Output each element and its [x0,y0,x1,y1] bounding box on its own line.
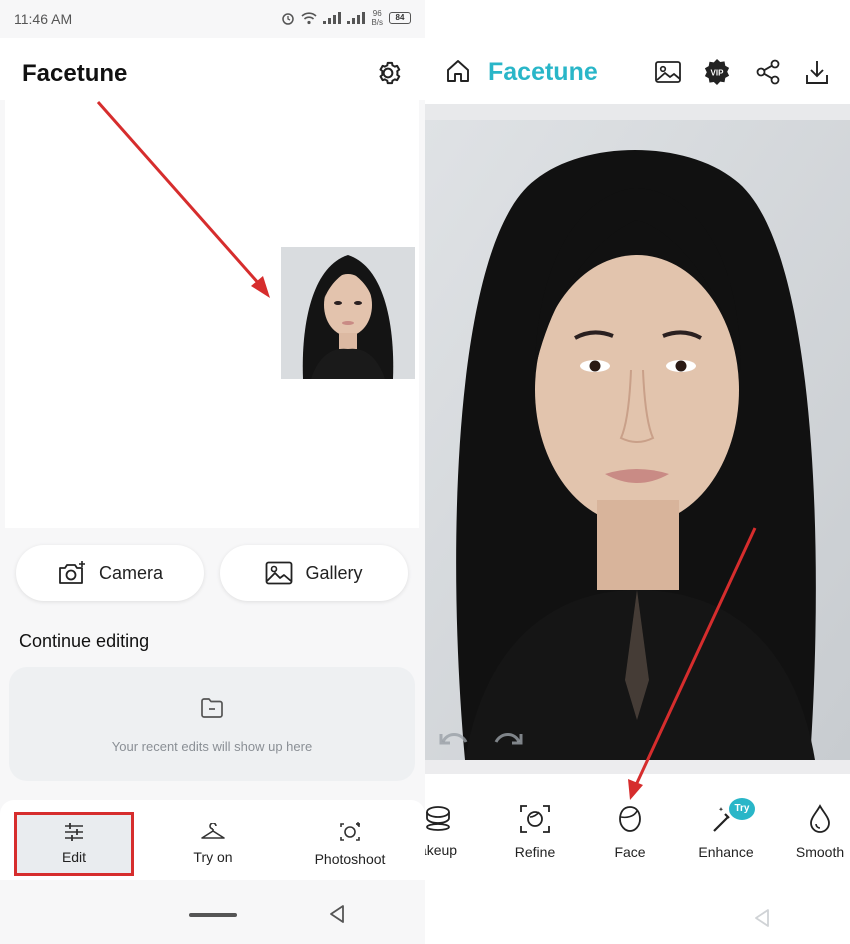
camera-icon [59,561,85,584]
status-bar: 11:46 AM 96 B/s 84 [0,0,425,38]
header-divider [425,104,850,120]
home-header: Facetune [0,38,425,100]
vip-badge-icon[interactable]: VIP [703,58,731,86]
editing-photo-canvas[interactable] [425,120,850,760]
nav-edit-label: Edit [61,849,87,865]
status-icons: 96 B/s 84 [281,9,411,27]
network-speed-unit: B/s [371,18,383,27]
vip-label: VIP [711,69,725,78]
drop-icon [810,804,830,833]
download-icon[interactable] [803,58,831,86]
tool-refine-label: Refine [514,844,556,860]
try-badge: Try [729,798,755,820]
undo-icon[interactable] [439,728,469,750]
camera-button[interactable]: Camera [16,545,204,601]
recent-edits-empty-text: Your recent edits will show up here [111,739,313,754]
signal-icon [323,12,342,24]
editor-header: Facetune VIP [425,38,850,104]
tool-face-label: Face [614,844,646,860]
tool-face[interactable]: Face [585,804,675,860]
share-icon[interactable] [754,58,782,86]
gallery-image-icon [266,561,293,585]
nav-try-on-label: Try on [193,849,233,865]
settings-gear-icon[interactable] [373,58,403,88]
app-title: Facetune [22,60,128,87]
gallery-label: Gallery [305,562,363,583]
tool-enhance-label: Enhance [698,844,754,860]
sliders-icon [65,823,83,841]
gallery-image-icon[interactable] [654,58,682,86]
nav-tab-edit[interactable]: Edit [14,812,134,876]
wifi-icon [301,11,317,24]
home-icon[interactable] [445,58,471,84]
editor-system-bar [425,888,850,944]
editor-screen: Facetune VIP keup Refine Face Try Enhanc… [425,0,850,944]
battery-icon: 84 [389,12,411,24]
continue-editing-heading: Continue editing [19,631,150,651]
hanger-icon [201,823,225,839]
gallery-button[interactable]: Gallery [220,545,408,601]
back-triangle-icon[interactable] [752,908,772,928]
network-speed-value: 96 [372,9,382,18]
tool-makeup-label: akeup [425,842,458,858]
signal-icon-2 [347,12,366,24]
back-triangle-icon[interactable] [327,904,347,924]
tool-refine[interactable]: Refine [490,804,580,860]
tool-smooth-label: Smooth [795,844,845,860]
bottom-navigation: Edit Try on Photoshoot [0,800,425,880]
system-navigation-bar [0,880,425,944]
nav-tab-try-on[interactable]: Try on [153,812,273,876]
folder-icon [201,698,223,718]
tool-enhance[interactable]: Try Enhance [681,798,771,860]
toolbar-divider [425,760,850,774]
editor-app-title: Facetune [488,58,598,86]
nav-tab-photoshoot[interactable]: Photoshoot [290,812,410,876]
makeup-icon [426,806,450,831]
undo-redo-controls [439,728,523,750]
camera-label: Camera [98,562,164,583]
nav-photoshoot-label: Photoshoot [314,851,386,867]
tool-makeup[interactable]: akeup [425,804,483,858]
home-gesture-pill[interactable] [189,913,237,917]
recent-photo-thumbnail[interactable] [281,247,415,379]
recent-edits-empty-state: Your recent edits will show up here [9,667,415,781]
photoshoot-face-icon [340,822,360,841]
home-screen: 11:46 AM 96 B/s 84 Facetune Camera Galle… [0,0,425,944]
refine-icon [520,805,550,833]
alarm-icon [282,13,295,25]
redo-icon[interactable] [493,728,523,750]
status-time: 11:46 AM [14,11,73,27]
face-icon [619,806,641,832]
screenshot-canvas: 11:46 AM 96 B/s 84 Facetune Camera Galle… [0,0,850,944]
tool-smooth[interactable]: Smooth [775,804,850,860]
portrait-photo [425,120,850,760]
network-speed: 96 B/s [371,9,383,27]
portrait-thumbnail-image [281,247,415,379]
editing-tools-toolbar: akeup Refine Face [425,774,850,888]
